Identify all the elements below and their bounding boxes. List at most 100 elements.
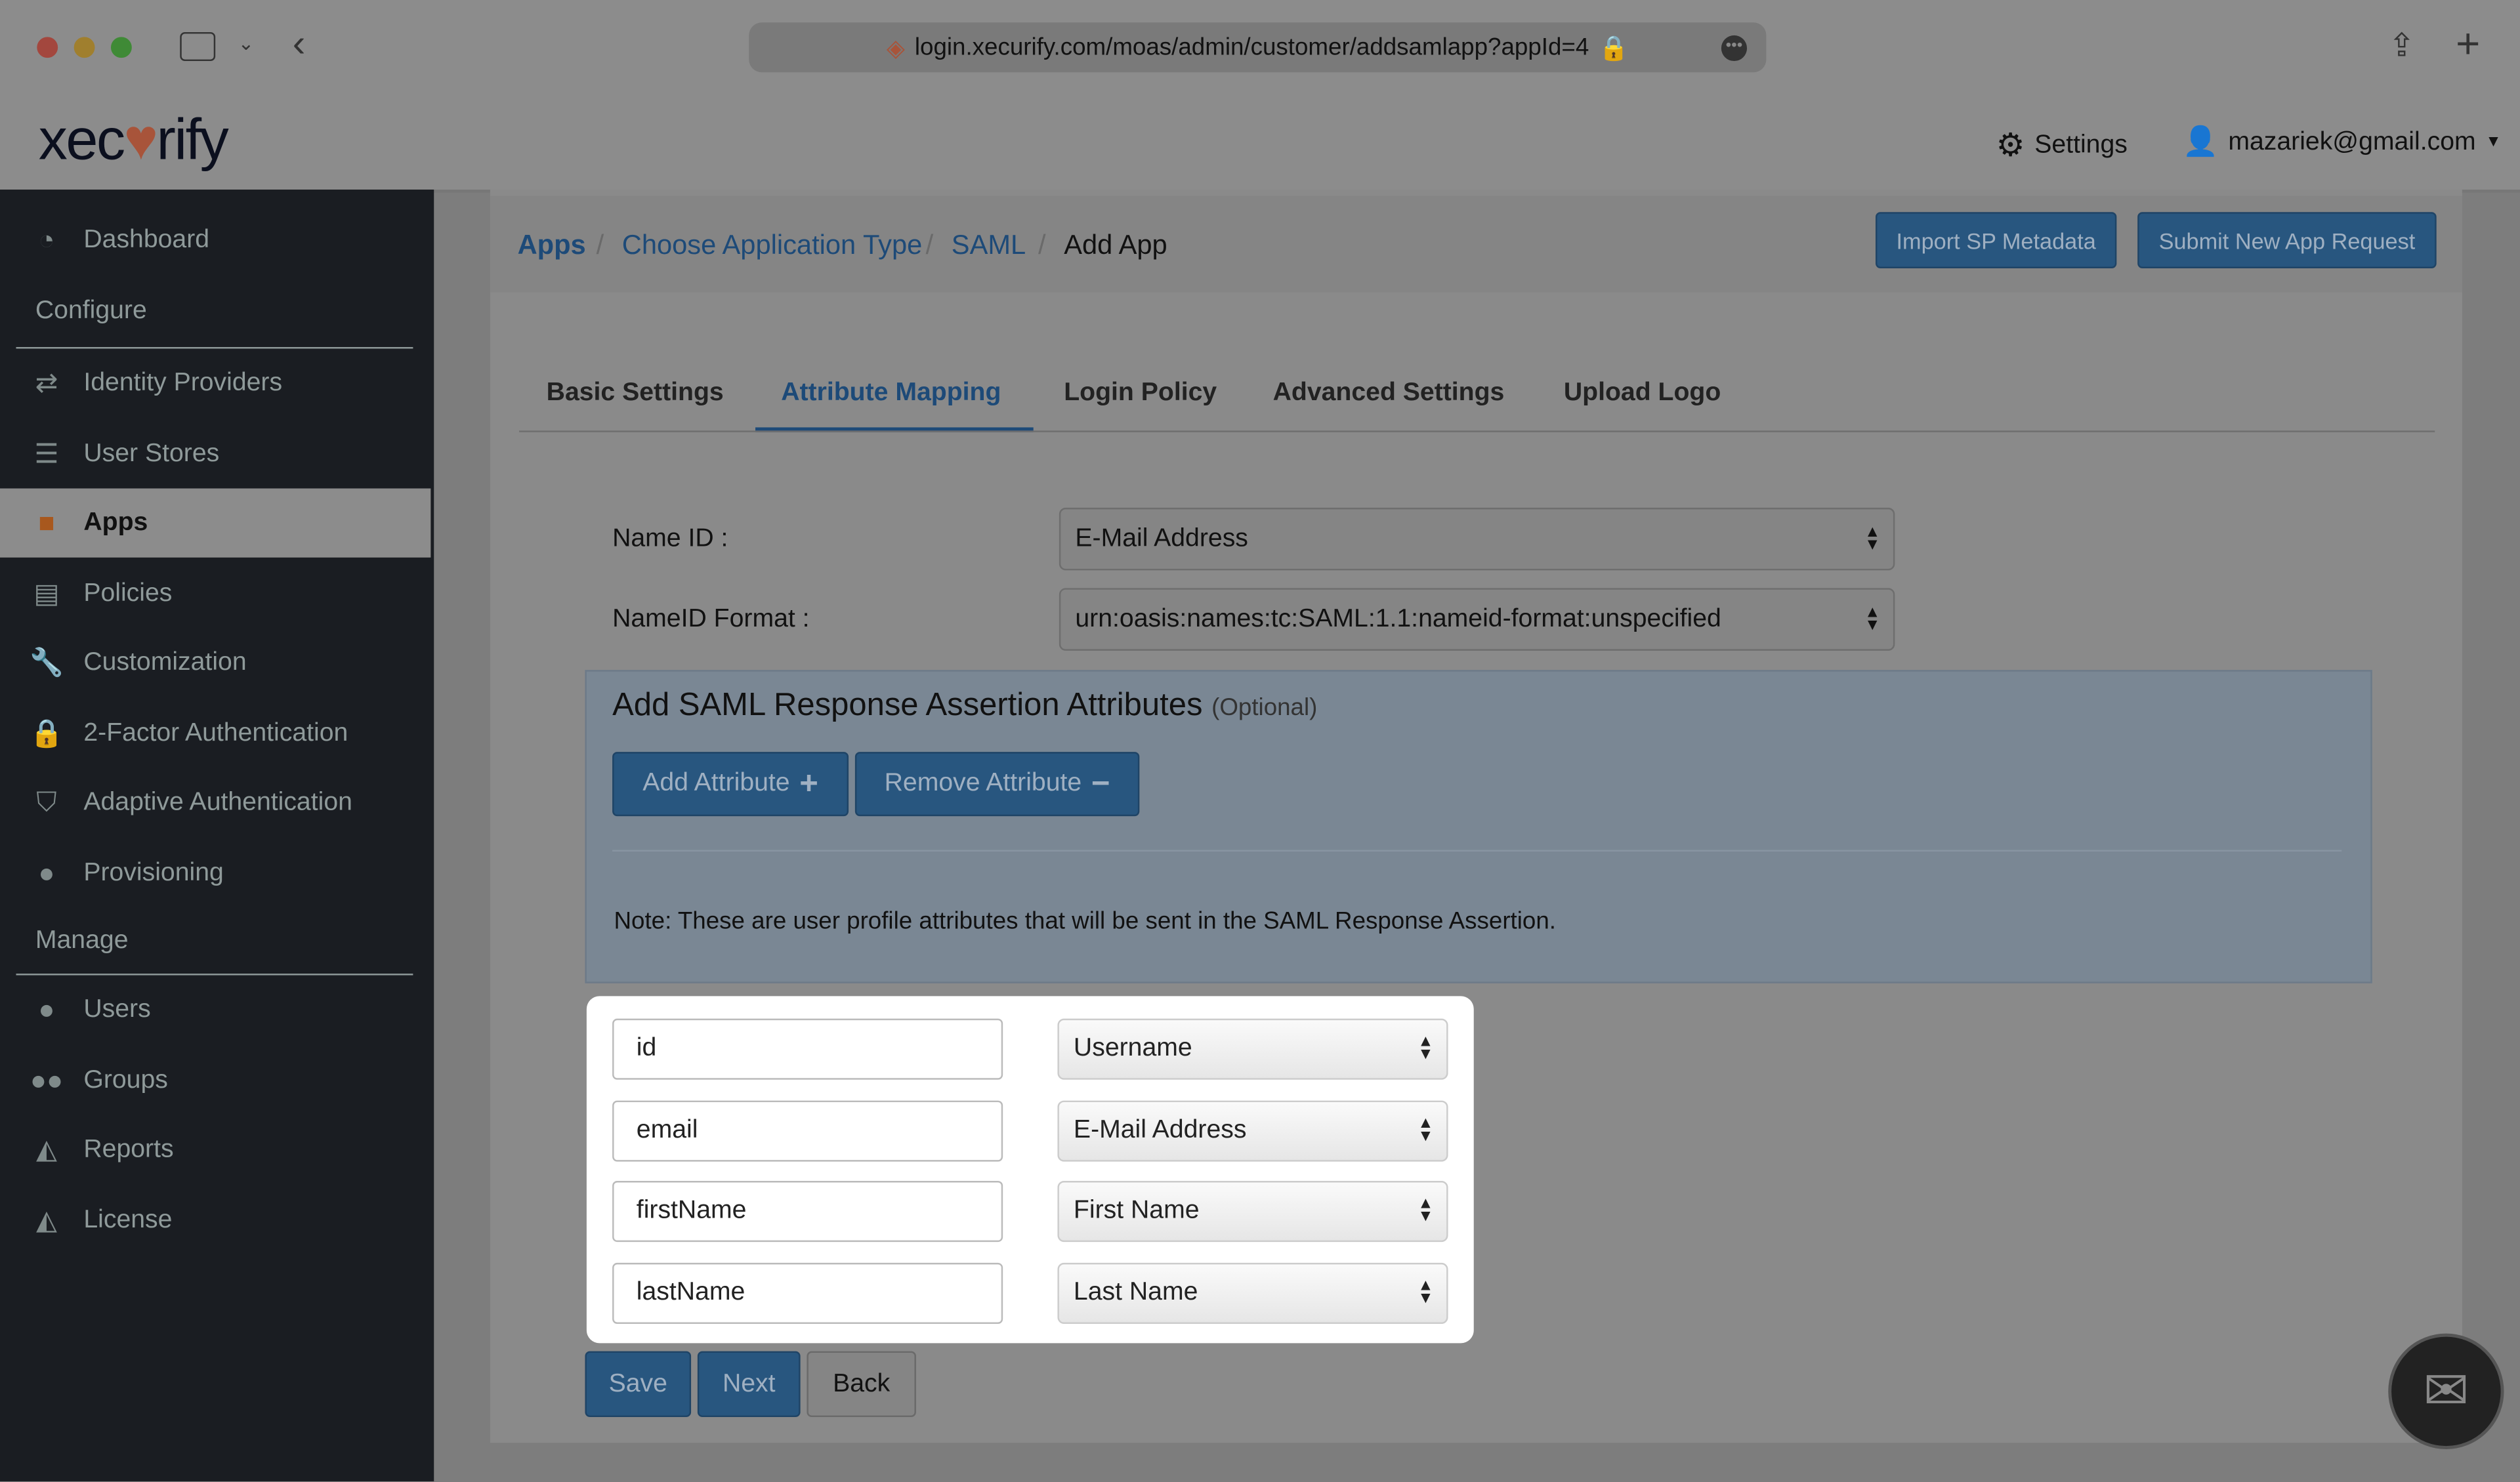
optional-label: (Optional)	[1211, 693, 1318, 722]
button-label: Add Attribute	[642, 770, 790, 797]
user-icon: 👤	[2182, 125, 2219, 158]
back-icon[interactable]: ‹	[293, 22, 306, 68]
select-arrows-icon: ▲ ▼	[1864, 603, 1881, 634]
sidebar-item-customization[interactable]: 🔧 Customization	[0, 628, 430, 697]
nameid-format-select[interactable]: urn:oasis:names:tc:SAML:1.1:nameid-forma…	[1059, 588, 1895, 651]
gear-icon: ⚙	[1996, 128, 2025, 164]
selected-value: urn:oasis:names:tc:SAML:1.1:nameid-forma…	[1075, 605, 1721, 632]
contact-mail-button[interactable]: ✉	[2388, 1333, 2504, 1449]
breadcrumb-saml[interactable]: SAML	[952, 230, 1026, 262]
sidebar-item-policies[interactable]: ▤ Policies	[0, 559, 430, 628]
panel-note: Note: These are user profile attributes …	[614, 907, 1557, 936]
selected-value: Last Name	[1073, 1279, 1198, 1307]
back-button[interactable]: Back	[807, 1351, 916, 1418]
breadcrumb-choose-type[interactable]: Choose Application Type	[622, 230, 923, 262]
maximize-window-button[interactable]	[110, 37, 132, 58]
sidebar-item-identity-providers[interactable]: ⇄ Identity Providers	[0, 348, 430, 417]
sidebar-item-label: Provisioning	[83, 858, 224, 886]
sidebar-item-label: License	[83, 1205, 173, 1233]
area-chart-icon: ◭	[35, 1133, 58, 1164]
sidebar-item-label: Adaptive Authentication	[83, 788, 352, 815]
attribute-name-input[interactable]: lastName	[612, 1262, 1003, 1324]
attribute-name-input[interactable]: id	[612, 1018, 1003, 1080]
name-id-select[interactable]: E-Mail Address ▲ ▼	[1059, 507, 1895, 571]
share-icon[interactable]: ⇪	[2388, 26, 2415, 66]
tab-upload-logo[interactable]: Upload Logo	[1564, 379, 1721, 408]
envelope-icon: ✉	[2423, 1361, 2469, 1422]
save-button[interactable]: Save	[585, 1351, 692, 1418]
cube-icon: ■	[38, 506, 55, 538]
sidebar-toggle-icon[interactable]	[180, 31, 216, 62]
sidebar-item-label: 2-Factor Authentication	[83, 718, 348, 747]
settings-link[interactable]: ⚙ Settings	[1996, 125, 2128, 165]
sidebar-item-user-stores[interactable]: ☰ User Stores	[0, 419, 430, 488]
tab-login-policy[interactable]: Login Policy	[1064, 379, 1217, 408]
breadcrumb-current: Add App	[1064, 230, 1167, 260]
exchange-icon: ⇄	[35, 367, 58, 398]
section-manage: Manage	[35, 927, 129, 955]
user-icon: ●	[38, 857, 55, 888]
address-bar[interactable]: ◈ login.xecurify.com/moas/admin/customer…	[749, 22, 1767, 73]
tab-basic-settings[interactable]: Basic Settings	[547, 379, 724, 408]
attribute-name-input[interactable]: email	[612, 1100, 1003, 1162]
tab-advanced-settings[interactable]: Advanced Settings	[1273, 379, 1505, 408]
user-menu[interactable]: 👤 mazariek@gmail.com ▼	[2183, 125, 2502, 159]
select-arrows-icon: ▲ ▼	[1864, 523, 1881, 554]
sidebar-item-groups[interactable]: ●● Groups	[0, 1046, 430, 1115]
more-icon[interactable]: •••	[1721, 34, 1748, 60]
attribute-value-select[interactable]: Last Name ▲ ▼	[1057, 1262, 1448, 1324]
add-attribute-button[interactable]: Add Attribute +	[612, 752, 849, 817]
minimize-window-button[interactable]	[74, 37, 95, 58]
name-id-label: Name ID :	[612, 525, 728, 553]
sidebar-item-users[interactable]: ● Users	[0, 976, 430, 1044]
sidebar-item-label: Customization	[83, 648, 247, 676]
chevron-down-icon[interactable]: ⌄	[238, 32, 254, 54]
lock-icon: 🔒	[30, 717, 64, 749]
submit-new-app-request-button[interactable]: Submit New App Request	[2137, 212, 2437, 268]
selected-value: E-Mail Address	[1075, 524, 1248, 552]
caret-down-icon: ▼	[2485, 133, 2502, 152]
sidebar-item-2fa[interactable]: 🔒 2-Factor Authentication	[0, 699, 430, 768]
users-icon: ●●	[30, 1064, 64, 1095]
close-window-button[interactable]	[37, 37, 58, 58]
sidebar-item-reports[interactable]: ◭ Reports	[0, 1115, 430, 1184]
sidebar-item-license[interactable]: ◭ License	[0, 1185, 430, 1254]
attribute-name-input[interactable]: firstName	[612, 1181, 1003, 1243]
sidebar-item-label: Dashboard	[83, 226, 210, 253]
sidebar-item-label: Policies	[83, 579, 173, 607]
sidebar-item-adaptive-auth[interactable]: ⛉ Adaptive Authentication	[0, 768, 430, 837]
breadcrumb-apps[interactable]: Apps	[518, 230, 586, 262]
plus-icon: +	[799, 765, 818, 801]
select-arrows-icon: ▲ ▼	[1418, 1033, 1434, 1064]
section-configure: Configure	[35, 297, 147, 325]
remove-attribute-button[interactable]: Remove Attribute −	[854, 752, 1140, 817]
document-icon: ▤	[33, 577, 60, 608]
attribute-value-select[interactable]: First Name ▲ ▼	[1057, 1181, 1448, 1243]
import-sp-metadata-button[interactable]: Import SP Metadata	[1875, 212, 2117, 268]
database-icon: ☰	[34, 438, 59, 468]
select-arrows-icon: ▲ ▼	[1418, 1277, 1434, 1308]
attribute-value-select[interactable]: Username ▲ ▼	[1057, 1018, 1448, 1080]
sidebar-item-apps[interactable]: ■ Apps	[0, 488, 431, 558]
user-icon: ●	[38, 993, 55, 1025]
select-arrows-icon: ▲ ▼	[1418, 1195, 1434, 1226]
new-tab-icon[interactable]: +	[2456, 19, 2480, 69]
browser-toolbar: ⌄ ‹ ◈ login.xecurify.com/moas/admin/cust…	[0, 0, 2520, 193]
tab-divider	[519, 430, 2435, 432]
minus-icon: −	[1091, 765, 1110, 801]
xecurify-logo[interactable]: xec♥rify	[39, 106, 229, 174]
attribute-value-select[interactable]: E-Mail Address ▲ ▼	[1057, 1100, 1448, 1162]
lock-icon: 🔒	[1598, 34, 1629, 62]
tab-attribute-mapping[interactable]: Attribute Mapping	[781, 379, 1001, 408]
selected-value: E-Mail Address	[1073, 1117, 1247, 1144]
panel-title: Add SAML Response Assertion Attributes	[612, 688, 1203, 724]
shield-icon: ⛉	[36, 786, 57, 817]
sidebar-item-dashboard[interactable]: ◔ Dashboard	[0, 205, 430, 274]
nameid-format-label: NameID Format :	[612, 606, 810, 633]
divider	[612, 850, 2342, 852]
selected-value: Username	[1073, 1035, 1192, 1062]
next-button[interactable]: Next	[697, 1351, 801, 1418]
sidebar-item-provisioning[interactable]: ● Provisioning	[0, 838, 430, 907]
sidebar-item-label: Users	[83, 995, 151, 1023]
sidebar-item-label: Identity Providers	[83, 369, 283, 396]
